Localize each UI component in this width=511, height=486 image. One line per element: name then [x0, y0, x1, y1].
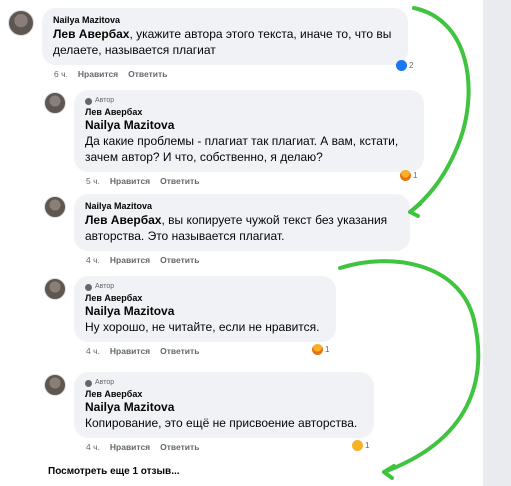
timestamp[interactable]: 5 ч. — [86, 175, 100, 187]
author-badge-icon — [85, 97, 92, 105]
reaction-number: 1 — [325, 345, 330, 354]
comment-meta: 6 ч. Нравится Ответить — [42, 65, 408, 80]
comment-3: Nailya Mazitova Лев Авербах, вы копирует… — [44, 194, 410, 266]
comment-text: Копирование, это ещё не присвоение автор… — [85, 416, 358, 430]
comment-meta: 4 ч. Нравится Ответить — [74, 342, 336, 357]
like-link[interactable]: Нравится — [110, 345, 150, 357]
author-badge-icon — [85, 283, 92, 291]
mention-link[interactable]: Лев Авербах — [53, 27, 129, 41]
reply-link[interactable]: Ответить — [160, 441, 199, 453]
mention-link[interactable]: Nailya Mazitova — [85, 400, 363, 415]
avatar[interactable] — [8, 10, 34, 36]
badge-label: Автор — [95, 379, 115, 386]
angry-reaction-icon — [400, 170, 411, 181]
author-badge-icon — [85, 379, 92, 387]
author-badge: Автор — [85, 378, 363, 388]
timestamp[interactable]: 6 ч. — [54, 68, 68, 80]
comment-meta: 4 ч. Нравится Ответить — [74, 251, 410, 266]
reaction-count[interactable]: 1 — [352, 440, 369, 451]
reaction-count[interactable]: 2 — [396, 60, 413, 71]
comment-2: Автор Лев Авербах Nailya Mazitova Да как… — [44, 90, 424, 187]
comment-author[interactable]: Лев Авербах — [85, 388, 363, 400]
like-link[interactable]: Нравится — [78, 68, 118, 80]
comment-author[interactable]: Nailya Mazitova — [53, 14, 397, 26]
comment-author[interactable]: Nailya Mazitova — [85, 200, 399, 212]
badge-label: Автор — [95, 97, 115, 104]
comment-text: Ну хорошо, не читайте, если не нравится. — [85, 320, 320, 334]
mention-link[interactable]: Nailya Mazitova — [85, 118, 413, 133]
comment-meta: 4 ч. Нравится Ответить — [74, 438, 374, 453]
timestamp[interactable]: 4 ч. — [86, 441, 100, 453]
author-badge: Автор — [85, 282, 325, 292]
avatar[interactable] — [44, 278, 66, 300]
reaction-number: 1 — [413, 171, 418, 180]
comment-bubble: Автор Лев Авербах Nailya Mazitova Да как… — [74, 90, 424, 172]
mention-link[interactable]: Nailya Mazitova — [85, 304, 325, 319]
reply-link[interactable]: Ответить — [160, 175, 199, 187]
avatar[interactable] — [44, 374, 66, 396]
comment-bubble: Nailya Mazitova Лев Авербах, укажите авт… — [42, 8, 408, 65]
comment-1: Nailya Mazitova Лев Авербах, укажите авт… — [8, 8, 408, 80]
comment-author[interactable]: Лев Авербах — [85, 292, 325, 304]
angry-reaction-icon — [312, 344, 323, 355]
like-reaction-icon — [396, 60, 407, 71]
reaction-count[interactable]: 1 — [400, 170, 417, 181]
comment-text: Лев Авербах, вы копируете чужой текст бе… — [85, 212, 399, 244]
comment-bubble: Nailya Mazitova Лев Авербах, вы копирует… — [74, 194, 410, 251]
comment-text: Лев Авербах, укажите автора этого текста… — [53, 26, 397, 58]
comment-author[interactable]: Лев Авербах — [85, 106, 413, 118]
like-link[interactable]: Нравится — [110, 441, 150, 453]
see-more-replies-link[interactable]: Посмотреть еще 1 отзыв... — [48, 466, 180, 477]
reply-link[interactable]: Ответить — [160, 345, 199, 357]
reply-link[interactable]: Ответить — [160, 254, 199, 266]
reply-link[interactable]: Ответить — [128, 68, 167, 80]
comment-bubble: Автор Лев Авербах Nailya Mazitova Ну хор… — [74, 276, 336, 342]
comment-4: Автор Лев Авербах Nailya Mazitova Ну хор… — [44, 276, 336, 357]
comment-5: Автор Лев Авербах Nailya Mazitova Копиро… — [44, 372, 374, 453]
comment-meta: 5 ч. Нравится Ответить — [74, 172, 424, 187]
like-link[interactable]: Нравится — [110, 254, 150, 266]
mention-link[interactable]: Лев Авербах — [85, 213, 161, 227]
timestamp[interactable]: 4 ч. — [86, 254, 100, 266]
avatar[interactable] — [44, 196, 66, 218]
avatar[interactable] — [44, 92, 66, 114]
reaction-count[interactable]: 1 — [312, 344, 329, 355]
like-link[interactable]: Нравится — [110, 175, 150, 187]
reaction-number: 2 — [409, 61, 414, 70]
reaction-number: 1 — [365, 441, 370, 450]
comment-text: Да какие проблемы - плагиат так плагиат.… — [85, 134, 399, 164]
side-panel — [483, 0, 511, 486]
author-badge: Автор — [85, 96, 413, 106]
timestamp[interactable]: 4 ч. — [86, 345, 100, 357]
laugh-reaction-icon — [352, 440, 363, 451]
badge-label: Автор — [95, 283, 115, 290]
comment-bubble: Автор Лев Авербах Nailya Mazitova Копиро… — [74, 372, 374, 438]
